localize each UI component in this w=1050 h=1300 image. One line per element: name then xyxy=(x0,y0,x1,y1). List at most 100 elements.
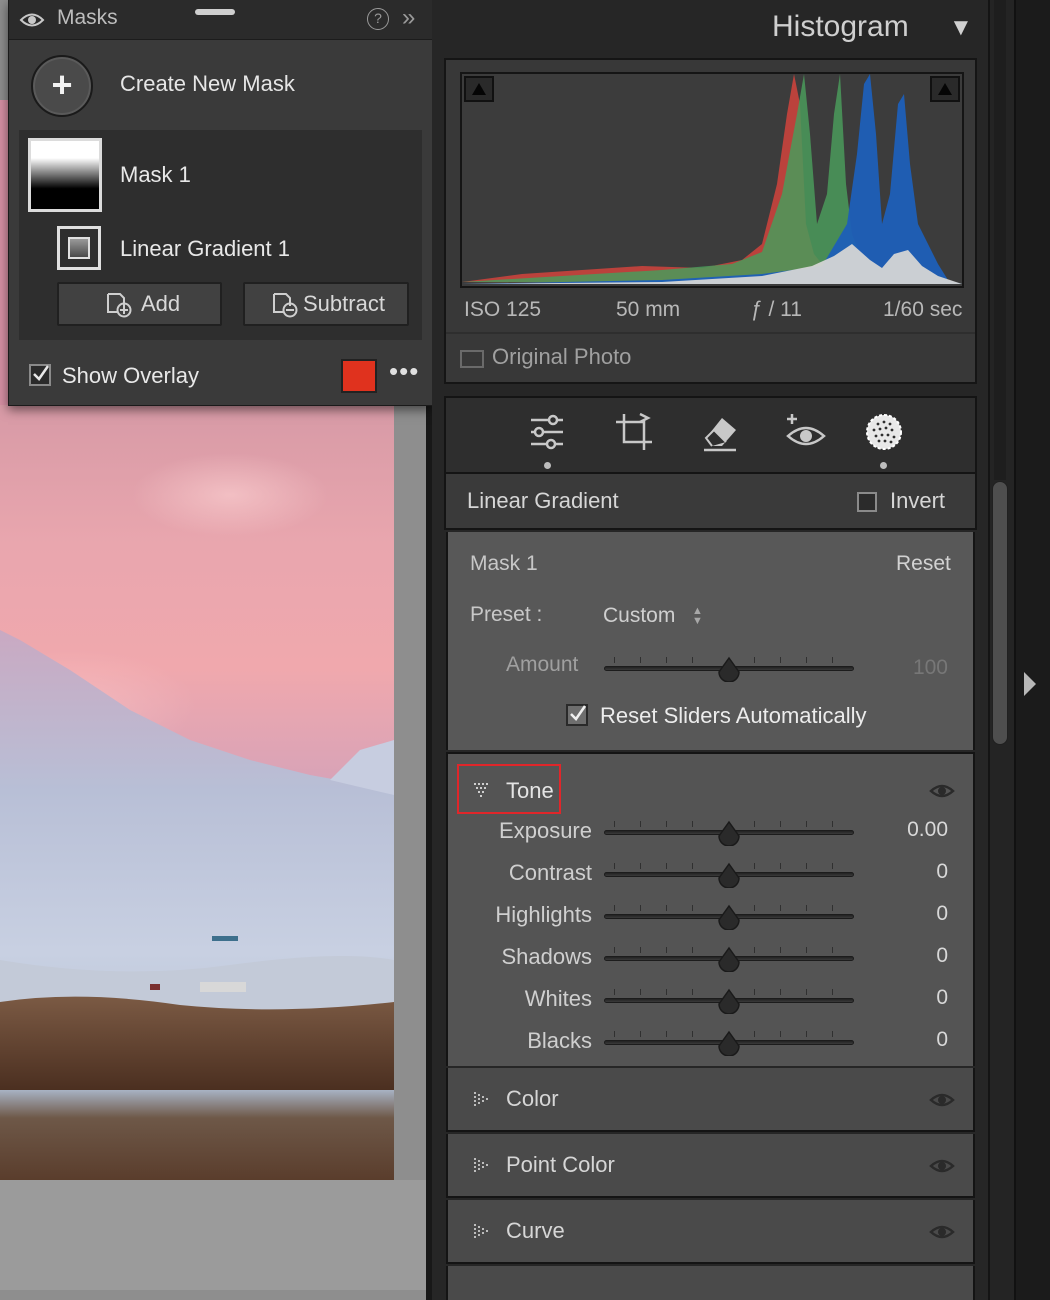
component-name[interactable]: Linear Gradient 1 xyxy=(120,236,290,262)
help-icon[interactable]: ? xyxy=(367,8,389,30)
mask-name[interactable]: Mask 1 xyxy=(120,162,191,188)
reset-sliders-label[interactable]: Reset Sliders Automatically xyxy=(600,703,867,729)
slider-thumb[interactable] xyxy=(717,862,741,888)
slider-thumb[interactable] xyxy=(717,904,741,930)
reset-button[interactable]: Reset xyxy=(896,552,951,576)
tone-slider-label[interactable]: Blacks xyxy=(472,1028,592,1054)
slider-tick xyxy=(640,821,641,827)
checkmark-icon xyxy=(33,365,50,381)
preset-select[interactable]: Custom xyxy=(603,604,675,628)
tone-slider-label[interactable]: Shadows xyxy=(472,944,592,970)
eye-icon[interactable] xyxy=(929,782,955,800)
panel-toggle-icon[interactable]: ▼ xyxy=(949,14,973,42)
add-button[interactable]: Add xyxy=(57,282,222,326)
slider-tick xyxy=(692,947,693,953)
section-point-color[interactable]: Point Color xyxy=(446,1134,975,1198)
show-overlay-row: Show Overlay ••• xyxy=(9,348,434,406)
disclosure-triangle-icon[interactable] xyxy=(473,1091,491,1109)
slider-thumb[interactable] xyxy=(717,988,741,1014)
tone-slider-value[interactable]: 0 xyxy=(888,944,948,968)
masks-header[interactable]: Masks ? » xyxy=(9,0,434,40)
section-next-partial[interactable] xyxy=(446,1266,975,1300)
slider-tick xyxy=(806,947,807,953)
preset-label: Preset : xyxy=(470,603,543,626)
show-overlay-label[interactable]: Show Overlay xyxy=(62,363,199,389)
amount-slider[interactable] xyxy=(604,656,854,682)
slider-tick xyxy=(806,905,807,911)
tone-slider[interactable] xyxy=(604,904,854,930)
tone-slider[interactable] xyxy=(604,820,854,846)
subtract-button[interactable]: Subtract xyxy=(243,282,409,326)
active-dot xyxy=(880,462,887,469)
create-new-mask-row[interactable]: + Create New Mask xyxy=(9,44,434,128)
tone-slider-label[interactable]: Contrast xyxy=(472,860,592,886)
collapse-icon[interactable]: » xyxy=(402,4,415,32)
amount-value[interactable]: 100 xyxy=(888,656,948,680)
tone-slider-label[interactable]: Whites xyxy=(472,986,592,1012)
tone-title[interactable]: Tone xyxy=(506,778,554,804)
linear-gradient-icon[interactable] xyxy=(57,226,101,270)
eye-icon[interactable] xyxy=(929,1157,955,1175)
histogram-graph[interactable] xyxy=(460,72,964,288)
red-eye-icon[interactable] xyxy=(784,410,828,454)
masks-title: Masks xyxy=(57,6,118,29)
shadow-clipping-toggle[interactable] xyxy=(464,76,494,102)
tone-slider-value[interactable]: 0 xyxy=(888,860,948,884)
tone-slider-label[interactable]: Exposure xyxy=(472,818,592,844)
create-mask-button[interactable]: + xyxy=(31,55,93,117)
slider-tick xyxy=(692,989,693,995)
slider-tick xyxy=(640,1031,641,1037)
preset-stepper-icon[interactable]: ▲ ▼ xyxy=(692,606,703,627)
eye-icon[interactable] xyxy=(929,1091,955,1109)
filmstrip-edge xyxy=(1014,0,1050,1300)
slider-tick xyxy=(666,1031,667,1037)
eye-icon[interactable] xyxy=(19,9,45,31)
tone-slider-label[interactable]: Highlights xyxy=(472,902,592,928)
active-dot xyxy=(544,462,551,469)
plus-icon: + xyxy=(51,64,73,105)
more-options-icon[interactable]: ••• xyxy=(389,356,419,387)
tone-slider[interactable] xyxy=(604,988,854,1014)
histogram-title[interactable]: Histogram xyxy=(772,10,909,44)
eye-icon[interactable] xyxy=(929,1223,955,1241)
slider-thumb[interactable] xyxy=(717,656,741,682)
slider-tick xyxy=(666,905,667,911)
original-photo-checkbox[interactable] xyxy=(460,350,484,368)
mask-thumbnail[interactable] xyxy=(28,138,102,212)
reset-sliders-checkbox[interactable] xyxy=(566,704,588,726)
invert-checkbox[interactable] xyxy=(857,492,877,512)
section-color[interactable]: Color xyxy=(446,1068,975,1132)
highlight-clipping-toggle[interactable] xyxy=(930,76,960,102)
disclosure-triangle-icon[interactable] xyxy=(473,1223,491,1241)
slider-tick xyxy=(640,905,641,911)
section-curve[interactable]: Curve xyxy=(446,1200,975,1264)
tone-slider-value[interactable]: 0.00 xyxy=(888,818,948,842)
tone-slider-value[interactable]: 0 xyxy=(888,986,948,1010)
overlay-color-swatch[interactable] xyxy=(341,359,377,393)
disclosure-triangle-icon[interactable] xyxy=(473,1157,491,1175)
eraser-icon[interactable] xyxy=(698,410,742,454)
expand-panel-icon[interactable] xyxy=(1024,672,1036,696)
disclosure-triangle-icon[interactable] xyxy=(473,782,491,798)
triangle-up-icon xyxy=(938,83,952,95)
original-photo-label[interactable]: Original Photo xyxy=(492,344,631,370)
slider-thumb[interactable] xyxy=(717,820,741,846)
tone-slider[interactable] xyxy=(604,946,854,972)
tone-slider-value[interactable]: 0 xyxy=(888,1028,948,1052)
slider-thumb[interactable] xyxy=(717,1030,741,1056)
focal-length-readout: 50 mm xyxy=(616,298,681,321)
edit-sliders-icon[interactable] xyxy=(525,410,569,454)
slider-thumb[interactable] xyxy=(717,946,741,972)
tone-slider[interactable] xyxy=(604,862,854,888)
crop-icon[interactable] xyxy=(612,410,656,454)
slider-tick xyxy=(754,821,755,827)
masking-icon[interactable] xyxy=(862,410,906,454)
scrollbar-thumb[interactable] xyxy=(992,481,1008,745)
slider-tick xyxy=(692,863,693,869)
tone-slider-value[interactable]: 0 xyxy=(888,902,948,926)
tone-slider[interactable] xyxy=(604,1030,854,1056)
invert-label[interactable]: Invert xyxy=(890,488,945,514)
show-overlay-checkbox[interactable] xyxy=(29,364,51,386)
drag-handle[interactable] xyxy=(195,9,235,15)
create-mask-label: Create New Mask xyxy=(120,71,295,96)
